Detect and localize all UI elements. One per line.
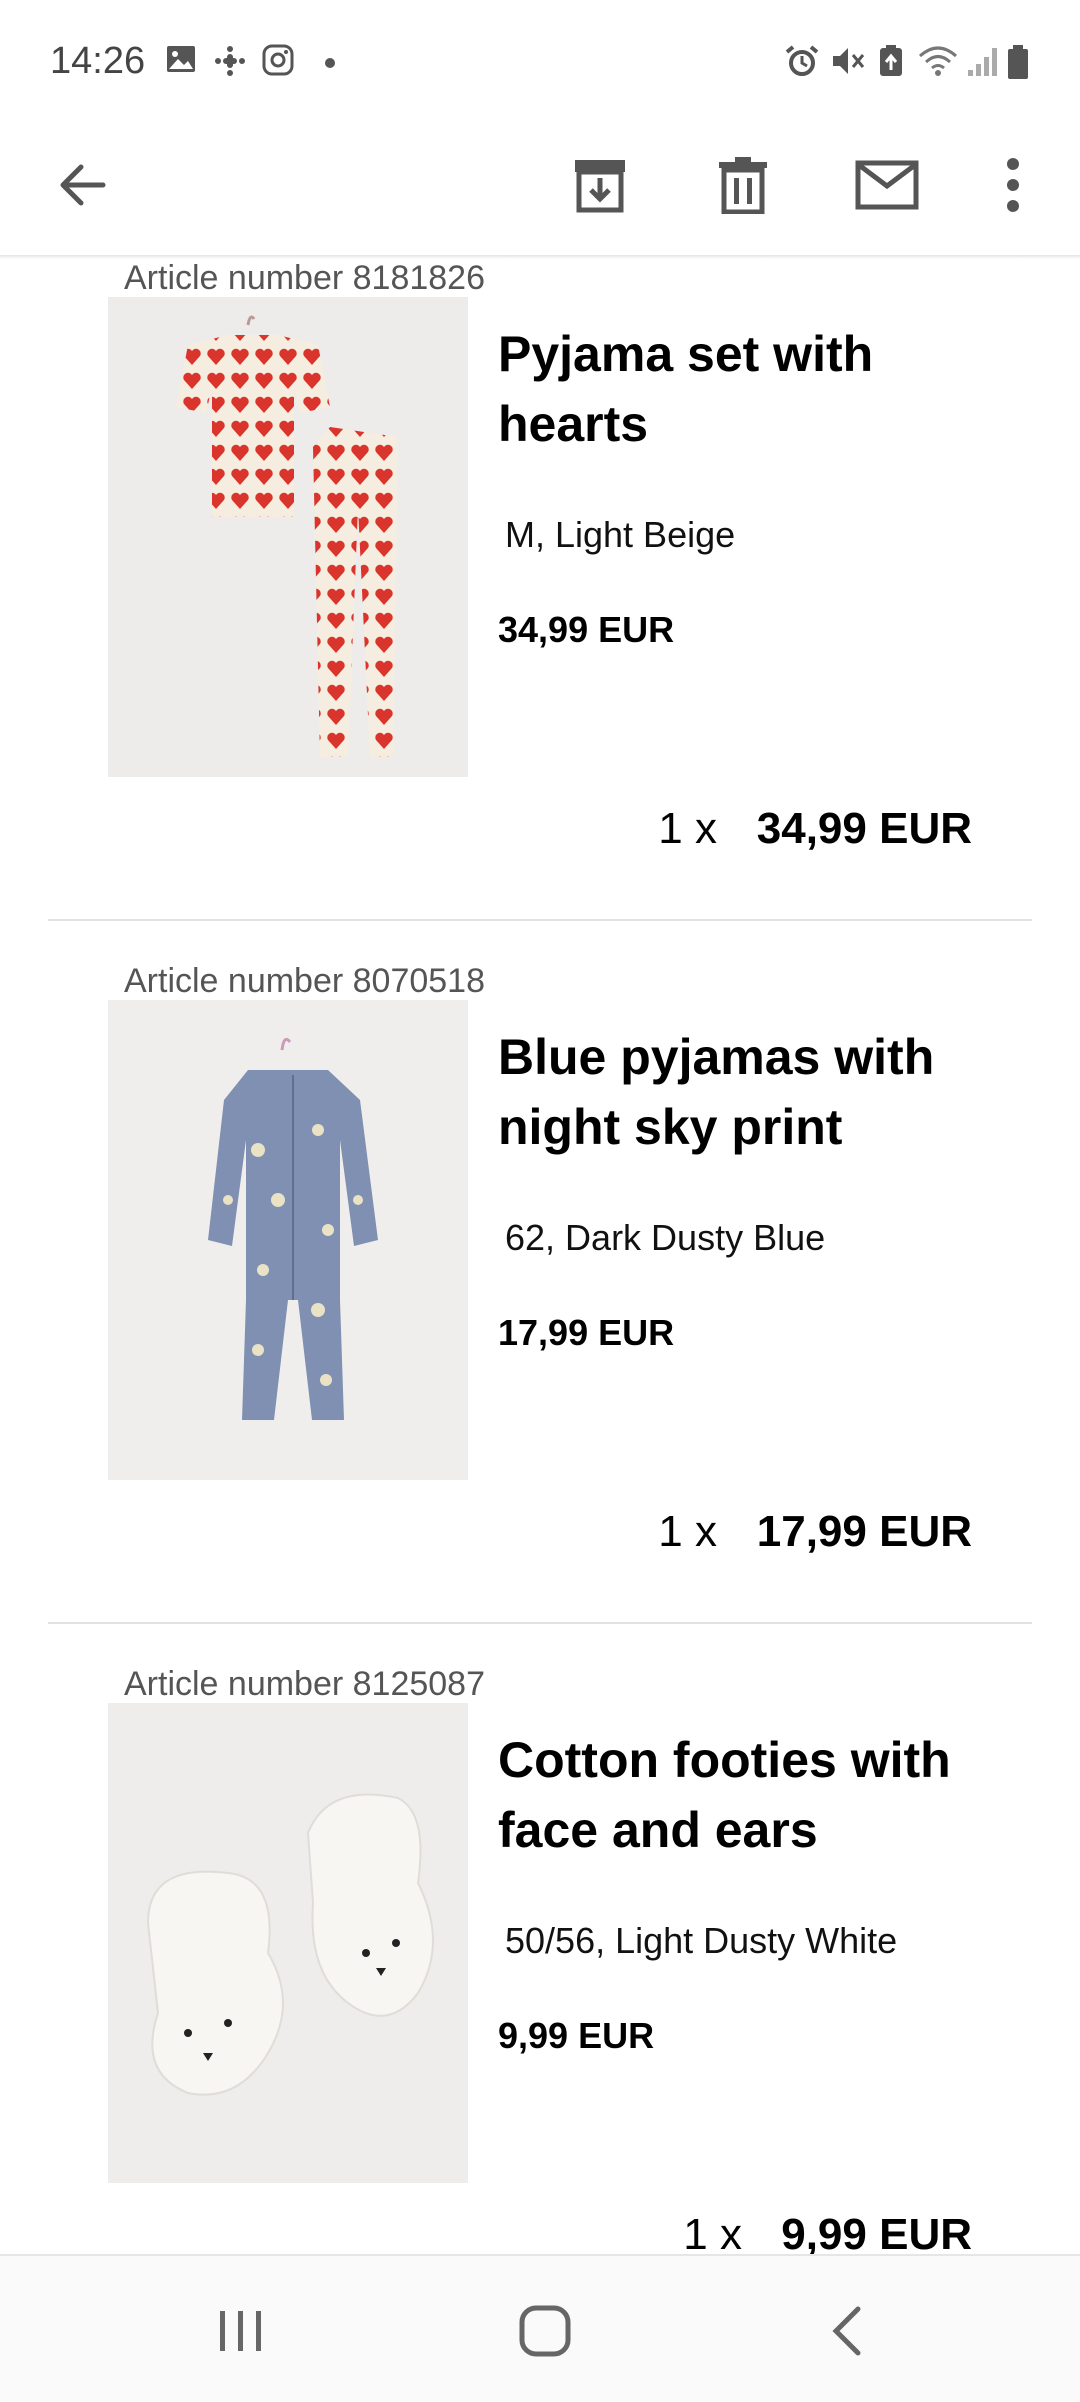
- item-divider: [48, 1622, 1032, 1624]
- arrow-left-icon: [60, 164, 106, 206]
- item-divider: [48, 919, 1032, 921]
- product-title[interactable]: Blue pyjamas with night sky print: [498, 1022, 978, 1162]
- order-item: Article number 8181826 Pyjama set with h…: [0, 259, 1080, 962]
- heart-pyjama-illustration: [108, 297, 468, 777]
- unit-price: 9,99 EUR: [498, 2015, 655, 2056]
- delete-button[interactable]: [698, 140, 788, 230]
- unit-price: 34,99 EUR: [498, 609, 675, 650]
- line-total: 34,99 EUR: [756, 804, 972, 853]
- dot-icon: [324, 56, 336, 74]
- delete-icon: [719, 157, 767, 214]
- nav-back-button[interactable]: [802, 2286, 892, 2376]
- battery-saver-icon: [876, 44, 906, 83]
- line-total: 9,99 EUR: [781, 2210, 972, 2254]
- article-number: Article number 8125087: [124, 1665, 486, 1703]
- back-button[interactable]: [38, 140, 128, 230]
- home-button[interactable]: [500, 2286, 590, 2376]
- battery-icon: [1006, 44, 1030, 85]
- home-icon: [519, 2305, 571, 2357]
- archive-icon: [575, 160, 625, 213]
- article-number: Article number 8070518: [124, 962, 486, 1000]
- order-item: Article number 8070518 Blue pyjamas with…: [0, 962, 1080, 1665]
- product-title[interactable]: Cotton footies with face and ears: [498, 1725, 978, 1865]
- more-options-button[interactable]: [968, 140, 1058, 230]
- mark-unread-button[interactable]: [842, 140, 932, 230]
- bear-footies-illustration: [108, 1703, 468, 2183]
- product-image[interactable]: [108, 1703, 468, 2183]
- back-icon: [832, 2306, 861, 2356]
- product-title[interactable]: Pyjama set with hearts: [498, 319, 978, 459]
- product-variant: 50/56, Light Dusty White: [505, 1920, 898, 1961]
- order-item: Article number 8125087 Cotton footies wi…: [0, 1665, 1080, 2254]
- image-icon: [166, 44, 196, 79]
- alarm-icon: [784, 44, 820, 83]
- instagram-icon: [262, 44, 294, 81]
- status-time: 14:26: [50, 40, 146, 82]
- product-image[interactable]: [108, 1000, 468, 1480]
- status-bar: 14:26: [0, 0, 1080, 120]
- line-total: 17,99 EUR: [756, 1507, 972, 1556]
- wifi-icon: [918, 44, 958, 83]
- more-vert-icon: [1007, 158, 1019, 212]
- quantity: 1 x: [658, 1507, 717, 1556]
- article-number: Article number 8181826: [124, 259, 486, 297]
- product-variant: M, Light Beige: [505, 514, 736, 555]
- system-nav-bar: [0, 2254, 1080, 2402]
- mail-icon: [855, 160, 919, 210]
- signal-icon: [966, 44, 1000, 83]
- mute-icon: [830, 44, 866, 83]
- slack-icon: [213, 44, 247, 83]
- quantity: 1 x: [658, 804, 717, 853]
- recent-apps-button[interactable]: [196, 2286, 286, 2376]
- archive-button[interactable]: [555, 140, 645, 230]
- night-sky-pyjama-illustration: [108, 1000, 468, 1480]
- quantity: 1 x: [683, 2210, 742, 2254]
- unit-price: 17,99 EUR: [498, 1312, 675, 1353]
- email-body[interactable]: Article number 8181826 Pyjama set with h…: [0, 259, 1080, 2254]
- recent-apps-icon: [220, 2311, 261, 2351]
- product-image[interactable]: [108, 297, 468, 777]
- product-variant: 62, Dark Dusty Blue: [505, 1217, 826, 1258]
